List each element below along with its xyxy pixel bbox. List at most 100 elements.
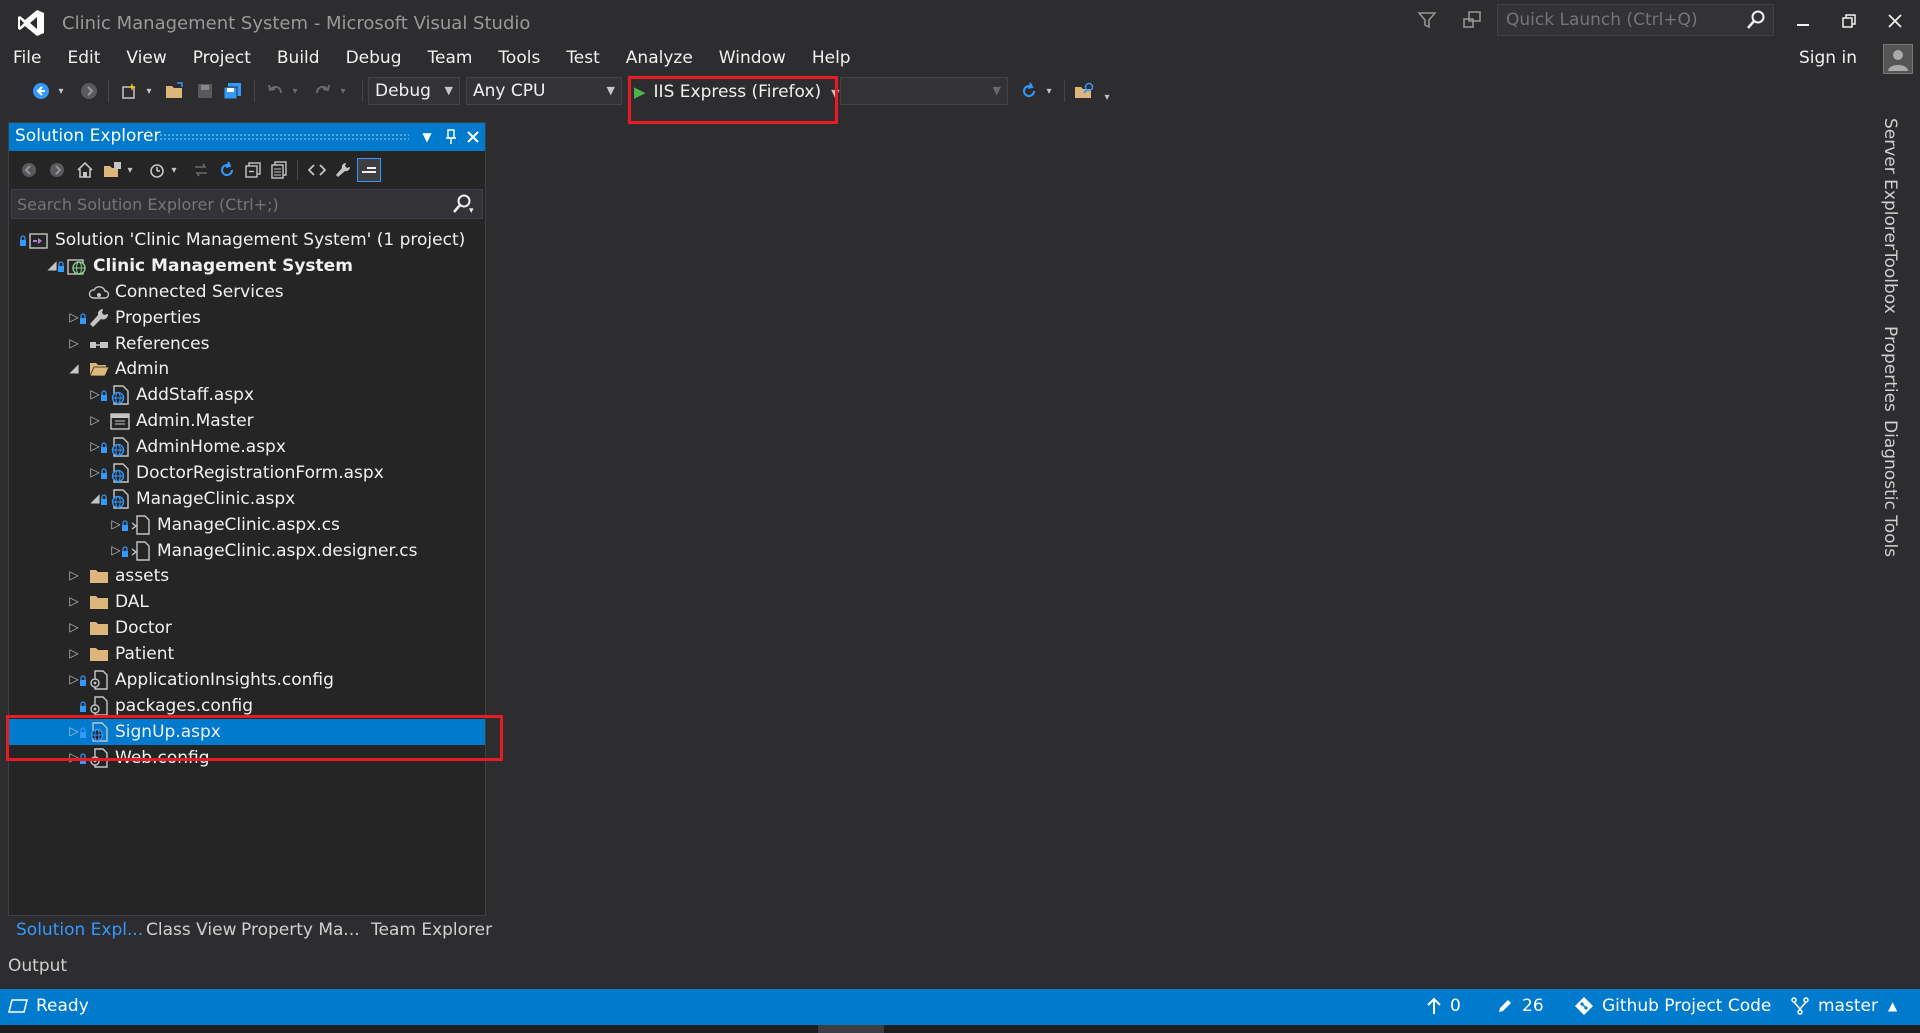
sync-with-document-icon[interactable] xyxy=(189,158,213,182)
refresh-icon[interactable] xyxy=(1016,78,1042,104)
feedback-icon[interactable] xyxy=(1458,6,1486,34)
filter-icon[interactable] xyxy=(1413,6,1441,34)
tree-item[interactable]: ▷ AdminHome.aspx xyxy=(9,434,485,460)
tree-item[interactable]: packages.config xyxy=(9,693,485,719)
new-project-icon[interactable] xyxy=(116,78,142,104)
search-icon[interactable]: ▾ xyxy=(452,193,474,215)
collapse-all-icon[interactable] xyxy=(241,158,265,182)
tab-team-explorer[interactable]: Team Explorer xyxy=(371,920,492,940)
close-icon[interactable] xyxy=(463,127,483,147)
chevron-down-icon[interactable]: ▼ xyxy=(831,87,839,100)
tree-item[interactable]: ▷ References xyxy=(9,331,485,357)
forward-icon[interactable] xyxy=(45,158,69,182)
navigate-forward-icon[interactable] xyxy=(76,78,102,104)
branch-selector[interactable]: master ▲ xyxy=(1790,996,1897,1016)
navigate-back-icon[interactable] xyxy=(28,78,54,104)
menu-project[interactable]: Project xyxy=(180,46,264,70)
tree-item[interactable]: ▷ ApplicationInsights.config xyxy=(9,667,485,693)
menu-window[interactable]: Window xyxy=(706,46,799,70)
menu-edit[interactable]: Edit xyxy=(54,46,113,70)
view-code-icon[interactable] xyxy=(305,158,329,182)
tab-solution-explorer[interactable]: Solution Expl... xyxy=(16,920,143,940)
minimize-button[interactable] xyxy=(1786,6,1820,36)
tree-item[interactable]: ▷ ManageClinic.aspx.designer.cs xyxy=(9,538,485,564)
back-icon[interactable] xyxy=(17,158,41,182)
menu-debug[interactable]: Debug xyxy=(333,46,415,70)
tree-item[interactable]: ▷ Properties xyxy=(9,305,485,331)
unpublished-commits[interactable]: 0 xyxy=(1426,996,1461,1016)
tree-item[interactable]: ▷ Admin.Master xyxy=(9,408,485,434)
window-position-icon[interactable]: ▼ xyxy=(417,127,437,147)
menu-team[interactable]: Team xyxy=(414,46,485,70)
tree-item-selected[interactable]: ▷ SignUp.aspx xyxy=(9,719,485,745)
save-all-icon[interactable] xyxy=(220,78,246,104)
collapse-arrow-icon[interactable]: ◢ xyxy=(67,359,81,377)
restore-button[interactable] xyxy=(1832,6,1866,36)
side-tab-properties[interactable]: Properties xyxy=(1880,326,1900,412)
solution-search-input[interactable] xyxy=(12,190,432,218)
tree-item[interactable]: ▷ Doctor xyxy=(9,615,485,641)
side-tab-server-explorer[interactable]: Server Explorer xyxy=(1880,118,1900,250)
refresh-dropdown-icon[interactable]: ▾ xyxy=(1042,78,1056,104)
tree-item[interactable]: ▷ assets xyxy=(9,563,485,589)
redo-icon[interactable] xyxy=(310,78,336,104)
pin-icon[interactable] xyxy=(441,127,461,147)
tab-output[interactable]: Output xyxy=(8,956,67,976)
menu-view[interactable]: View xyxy=(113,46,179,70)
panel-drag-grip[interactable] xyxy=(159,133,409,141)
tree-item[interactable]: ◢ Admin xyxy=(9,356,485,382)
tree-item[interactable]: ▷ DoctorRegistrationForm.aspx xyxy=(9,460,485,486)
solution-platform-dropdown[interactable]: Any CPU ▼ xyxy=(466,77,622,105)
tab-class-view[interactable]: Class View xyxy=(146,920,236,940)
switch-views-icon[interactable] xyxy=(101,158,125,182)
tree-item[interactable]: Connected Services xyxy=(9,279,485,305)
menu-file[interactable]: File xyxy=(0,46,54,70)
menu-analyze[interactable]: Analyze xyxy=(613,46,706,70)
menu-build[interactable]: Build xyxy=(264,46,333,70)
tree-item[interactable]: ▷ AddStaff.aspx xyxy=(9,382,485,408)
menu-help[interactable]: Help xyxy=(799,46,864,70)
undo-dropdown-icon[interactable]: ▾ xyxy=(288,78,302,104)
repository-selector[interactable]: Github Project Code xyxy=(1574,996,1771,1016)
expand-arrow-icon[interactable]: ▷ xyxy=(67,618,81,636)
avatar[interactable] xyxy=(1883,44,1913,74)
tree-item[interactable]: ◢ Clinic Management System xyxy=(9,253,485,279)
find-in-files-icon[interactable] xyxy=(1072,78,1098,104)
save-icon[interactable] xyxy=(192,78,218,104)
scrollbar-thumb[interactable] xyxy=(818,1025,884,1033)
tree-item[interactable]: ▷ Patient xyxy=(9,641,485,667)
solution-search-box[interactable]: ▾ xyxy=(11,189,483,219)
tree-item[interactable]: Solution 'Clinic Management System' (1 p… xyxy=(9,227,485,253)
open-file-icon[interactable] xyxy=(162,78,188,104)
properties-wrench-icon[interactable] xyxy=(331,158,355,182)
pending-changes[interactable]: 26 xyxy=(1496,996,1544,1016)
toolbar-options-icon[interactable]: ▾ xyxy=(1100,84,1114,110)
start-debugging-button[interactable]: ▶ IIS Express (Firefox) ▼ xyxy=(634,79,840,105)
close-button[interactable] xyxy=(1878,6,1912,36)
menu-test[interactable]: Test xyxy=(553,46,612,70)
new-dropdown-icon[interactable]: ▾ xyxy=(142,78,156,104)
pending-changes-dropdown-icon[interactable]: ▾ xyxy=(167,158,181,182)
side-tab-diagnostic-tools[interactable]: Diagnostic Tools xyxy=(1880,420,1900,557)
pending-changes-filter-icon[interactable] xyxy=(145,158,169,182)
refresh-icon[interactable] xyxy=(215,158,239,182)
undo-icon[interactable] xyxy=(262,78,288,104)
debug-target-dropdown[interactable]: ▼ xyxy=(840,77,1008,105)
expand-arrow-icon[interactable]: ▷ xyxy=(67,334,81,352)
switch-views-dropdown-icon[interactable]: ▾ xyxy=(123,158,137,182)
quick-launch-box[interactable] xyxy=(1497,4,1774,36)
tree-item[interactable]: ▷ ManageClinic.aspx.cs xyxy=(9,512,485,538)
tab-property-manager[interactable]: Property Ma... xyxy=(241,920,360,940)
tree-item[interactable]: ▷ DAL xyxy=(9,589,485,615)
sign-in-link[interactable]: Sign in xyxy=(1799,48,1857,68)
expand-arrow-icon[interactable]: ▷ xyxy=(88,411,102,429)
menu-tools[interactable]: Tools xyxy=(485,46,553,70)
expand-arrow-icon[interactable]: ▷ xyxy=(67,592,81,610)
tree-item[interactable]: ▷ Web.config xyxy=(9,745,485,771)
solution-configuration-dropdown[interactable]: Debug ▼ xyxy=(368,77,460,105)
side-tab-toolbox[interactable]: Toolbox xyxy=(1880,250,1900,314)
back-dropdown-icon[interactable]: ▾ xyxy=(54,78,68,104)
expand-arrow-icon[interactable]: ▷ xyxy=(67,566,81,584)
search-icon[interactable] xyxy=(1745,9,1767,31)
tree-item[interactable]: ◢ ManageClinic.aspx xyxy=(9,486,485,512)
